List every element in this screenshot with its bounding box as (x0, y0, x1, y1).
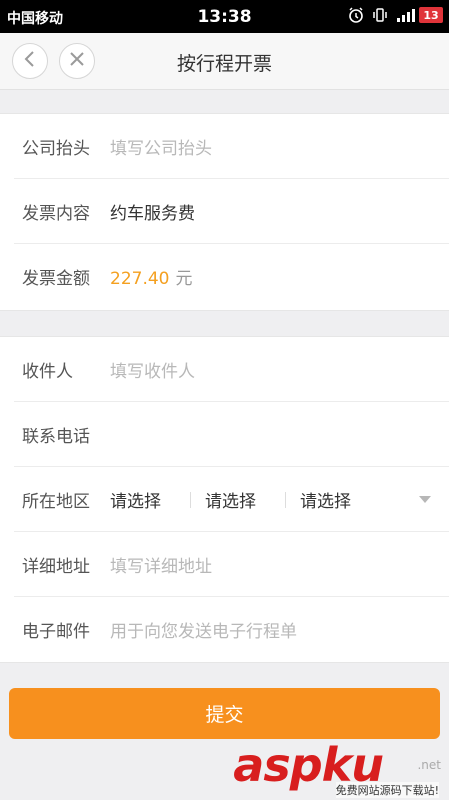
status-icons: 13 (347, 6, 443, 24)
vibrate-icon (371, 6, 389, 24)
watermark-suffix: .net (417, 758, 441, 772)
city-select[interactable]: 请选择 (205, 487, 285, 512)
recipient-section: 收件人 填写收件人 联系电话 所在地区 请选择 请选择 请选择 详细地址 填写详… (0, 336, 449, 663)
signal-icon (395, 6, 415, 24)
recipient-row[interactable]: 收件人 填写收件人 (0, 337, 449, 402)
phone-label: 联系电话 (22, 427, 90, 447)
recipient-label: 收件人 (22, 362, 73, 382)
province-select[interactable]: 请选择 (110, 487, 190, 512)
email-input[interactable]: 用于向您发送电子行程单 (110, 617, 297, 642)
content-value: 约车服务费 (110, 204, 195, 224)
caret-down-icon[interactable] (419, 496, 431, 503)
region-row[interactable]: 所在地区 请选择 请选择 请选择 (0, 467, 449, 532)
district-select[interactable]: 请选择 (300, 487, 380, 512)
amount-unit: 元 (175, 269, 193, 289)
submit-button[interactable]: 提交 (9, 688, 440, 739)
phone-row[interactable]: 联系电话 (0, 402, 449, 467)
address-input[interactable]: 填写详细地址 (110, 552, 212, 577)
region-divider (285, 491, 286, 508)
email-row[interactable]: 电子邮件 用于向您发送电子行程单 (0, 597, 449, 662)
region-divider (190, 491, 191, 508)
company-row[interactable]: 公司抬头 填写公司抬头 (0, 114, 449, 179)
page-title: 按行程开票 (176, 53, 272, 75)
amount-row: 发票金额 227.40 元 (0, 244, 449, 309)
company-input[interactable]: 填写公司抬头 (110, 134, 212, 159)
recipient-input[interactable]: 填写收件人 (110, 357, 195, 382)
amount-label: 发票金额 (22, 269, 90, 289)
alarm-icon (347, 6, 365, 24)
battery-icon: 13 (419, 7, 443, 23)
content-label: 发票内容 (22, 204, 90, 224)
status-bar: 中国移动 13:38 13 (0, 0, 449, 33)
email-label: 电子邮件 (22, 622, 90, 642)
content-row: 发票内容 约车服务费 (0, 179, 449, 244)
address-label: 详细地址 (22, 557, 90, 577)
address-row[interactable]: 详细地址 填写详细地址 (0, 532, 449, 597)
region-label: 所在地区 (22, 492, 90, 512)
amount-display: 227.40 元 (110, 264, 192, 289)
region-selects: 请选择 请选择 请选择 (110, 487, 380, 512)
watermark-slogan: 免费网站源码下载站! (335, 782, 439, 798)
company-label: 公司抬头 (22, 139, 90, 159)
watermark-logo: aspku .net 免费网站源码下载站! (233, 738, 443, 798)
nav-bar: 按行程开票 (0, 33, 449, 90)
amount-value: 227.40 (110, 269, 170, 289)
invoice-section: 公司抬头 填写公司抬头 发票内容 约车服务费 发票金额 227.40 元 (0, 113, 449, 311)
